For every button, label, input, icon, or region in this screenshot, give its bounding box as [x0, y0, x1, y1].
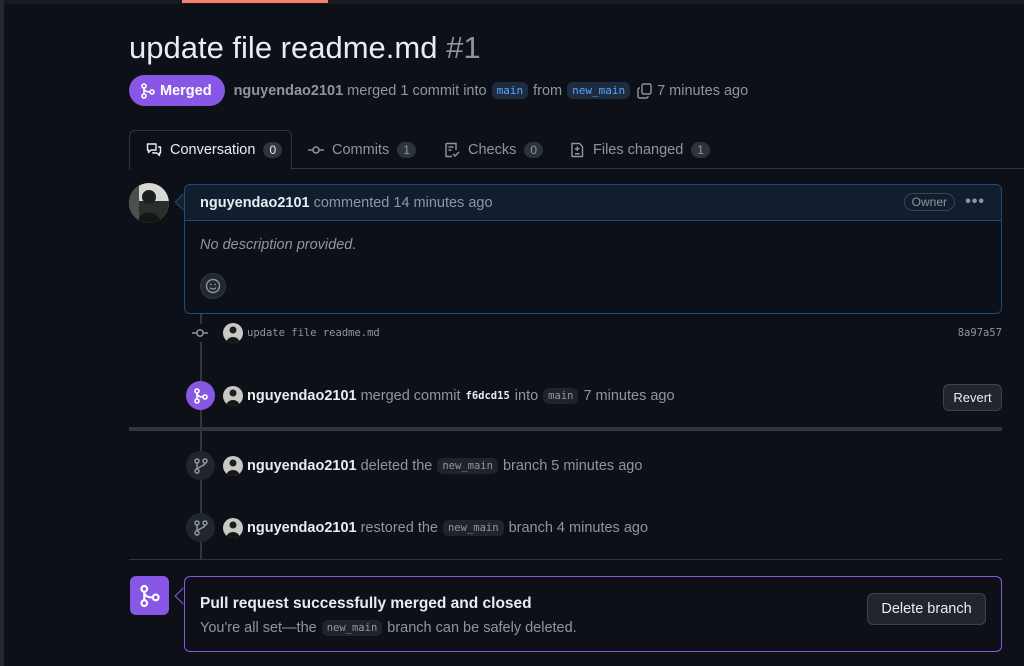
- restore-event-badge: [186, 513, 215, 542]
- merged-status-subtitle: You're all set—the new_main branch can b…: [200, 620, 577, 636]
- merged-status-icon: [130, 576, 169, 615]
- subtitle-text: branch can be safely deleted.: [387, 620, 577, 636]
- tab-label: Commits: [332, 141, 390, 158]
- merge-icon: [193, 387, 208, 404]
- restore-branch-event: nguyendao2101 restored the new_main bran…: [223, 517, 648, 539]
- comment-header: nguyendao2101 commented 14 minutes ago O…: [185, 185, 1001, 221]
- avatar[interactable]: [223, 386, 243, 406]
- comment-body: No description provided.: [200, 237, 357, 253]
- file-diff-icon: [571, 142, 584, 157]
- git-commit-icon: [191, 324, 209, 342]
- comment-card: nguyendao2101 commented 14 minutes ago O…: [184, 184, 1002, 314]
- from-text: from: [533, 82, 563, 99]
- pr-author-link[interactable]: nguyendao2101: [234, 83, 344, 99]
- active-nav-underline: [182, 0, 328, 3]
- git-branch-icon: [193, 457, 208, 474]
- merged-status-title: Pull request successfully merged and clo…: [200, 595, 532, 612]
- event-text: branch 4 minutes ago: [508, 520, 649, 536]
- page-title: update file readme.md #1: [129, 30, 481, 66]
- add-reaction-button[interactable]: [200, 273, 226, 299]
- avatar[interactable]: [223, 518, 243, 538]
- pr-number: #1: [446, 30, 481, 65]
- more-options-icon[interactable]: •••: [965, 193, 985, 211]
- owner-badge: Owner: [903, 193, 955, 211]
- divider: [129, 559, 1002, 560]
- copy-icon[interactable]: [637, 82, 653, 99]
- tab-conversation[interactable]: Conversation 0: [129, 130, 292, 170]
- merge-event-badge: [186, 381, 215, 410]
- delete-branch-event: nguyendao2101 deleted the new_main branc…: [223, 455, 642, 477]
- merge-event: nguyendao2101 merged commit f6dcd15 into…: [223, 385, 675, 407]
- event-text: deleted the: [360, 458, 433, 474]
- merge-commit-sha-link[interactable]: f6dcd15: [466, 390, 510, 402]
- pr-tabs: Conversation 0 Commits 1 Checks 0 Files …: [129, 130, 1024, 170]
- comment-author-link[interactable]: nguyendao2101: [200, 195, 310, 211]
- tab-counter: 0: [263, 142, 283, 158]
- head-branch-link[interactable]: new_main: [567, 82, 631, 99]
- avatar[interactable]: [129, 183, 169, 223]
- branch-link[interactable]: new_main: [442, 520, 504, 536]
- merge-icon: [141, 82, 155, 99]
- merged-status-box: Pull request successfully merged and clo…: [184, 576, 1002, 652]
- top-bar: [0, 0, 1024, 4]
- subtitle-text: You're all set—the: [200, 620, 317, 636]
- branch-link[interactable]: new_main: [437, 458, 498, 474]
- window-left-edge: [0, 0, 4, 666]
- event-text: into: [514, 388, 539, 404]
- event-author-link[interactable]: nguyendao2101: [247, 388, 357, 404]
- event-time: 7 minutes ago: [583, 388, 675, 404]
- commit-sha-link[interactable]: 8a97a57: [958, 327, 1002, 339]
- merged-text: merged 1 commit into: [347, 82, 487, 99]
- event-author-link[interactable]: nguyendao2101: [247, 520, 357, 536]
- delete-event-badge: [186, 451, 215, 480]
- state-label: Merged: [160, 82, 212, 99]
- comment-action: commented 14 minutes ago: [313, 194, 493, 211]
- base-branch-link[interactable]: main: [491, 82, 529, 99]
- avatar[interactable]: [223, 456, 243, 476]
- tab-label: Files changed: [593, 141, 684, 158]
- pr-meta: Merged nguyendao2101 merged 1 commit int…: [129, 75, 748, 106]
- commit-message-link[interactable]: update file readme.md: [247, 327, 380, 339]
- event-author-link[interactable]: nguyendao2101: [247, 458, 357, 474]
- timeline-break: [129, 427, 1002, 431]
- tab-counter: 1: [691, 141, 710, 158]
- event-text: merged commit: [360, 388, 461, 404]
- merged-state-badge: Merged: [129, 75, 225, 106]
- revert-button[interactable]: Revert: [943, 384, 1002, 411]
- commit-row: update file readme.md: [223, 323, 380, 343]
- tab-checks[interactable]: Checks 0: [444, 130, 544, 169]
- branch-link[interactable]: new_main: [321, 620, 383, 636]
- tab-counter: 1: [397, 141, 416, 158]
- merge-icon: [139, 584, 160, 607]
- git-branch-icon: [193, 519, 208, 536]
- pr-title: update file readme.md: [129, 30, 438, 65]
- git-commit-icon: [308, 145, 324, 154]
- tab-counter: 0: [524, 141, 544, 158]
- branch-link[interactable]: main: [543, 388, 579, 404]
- event-text: branch 5 minutes ago: [502, 458, 643, 474]
- delete-branch-button[interactable]: Delete branch: [867, 593, 986, 625]
- event-text: restored the: [360, 520, 438, 536]
- tab-label: Checks: [468, 141, 517, 158]
- checklist-icon: [445, 142, 460, 157]
- comment-discussion-icon: [146, 143, 162, 157]
- tab-label: Conversation: [170, 142, 256, 158]
- tab-files-changed[interactable]: Files changed 1: [569, 130, 710, 169]
- pr-time: 7 minutes ago: [657, 82, 749, 99]
- smiley-icon: [205, 278, 221, 294]
- avatar[interactable]: [223, 323, 243, 343]
- tab-commits[interactable]: Commits 1: [308, 130, 416, 169]
